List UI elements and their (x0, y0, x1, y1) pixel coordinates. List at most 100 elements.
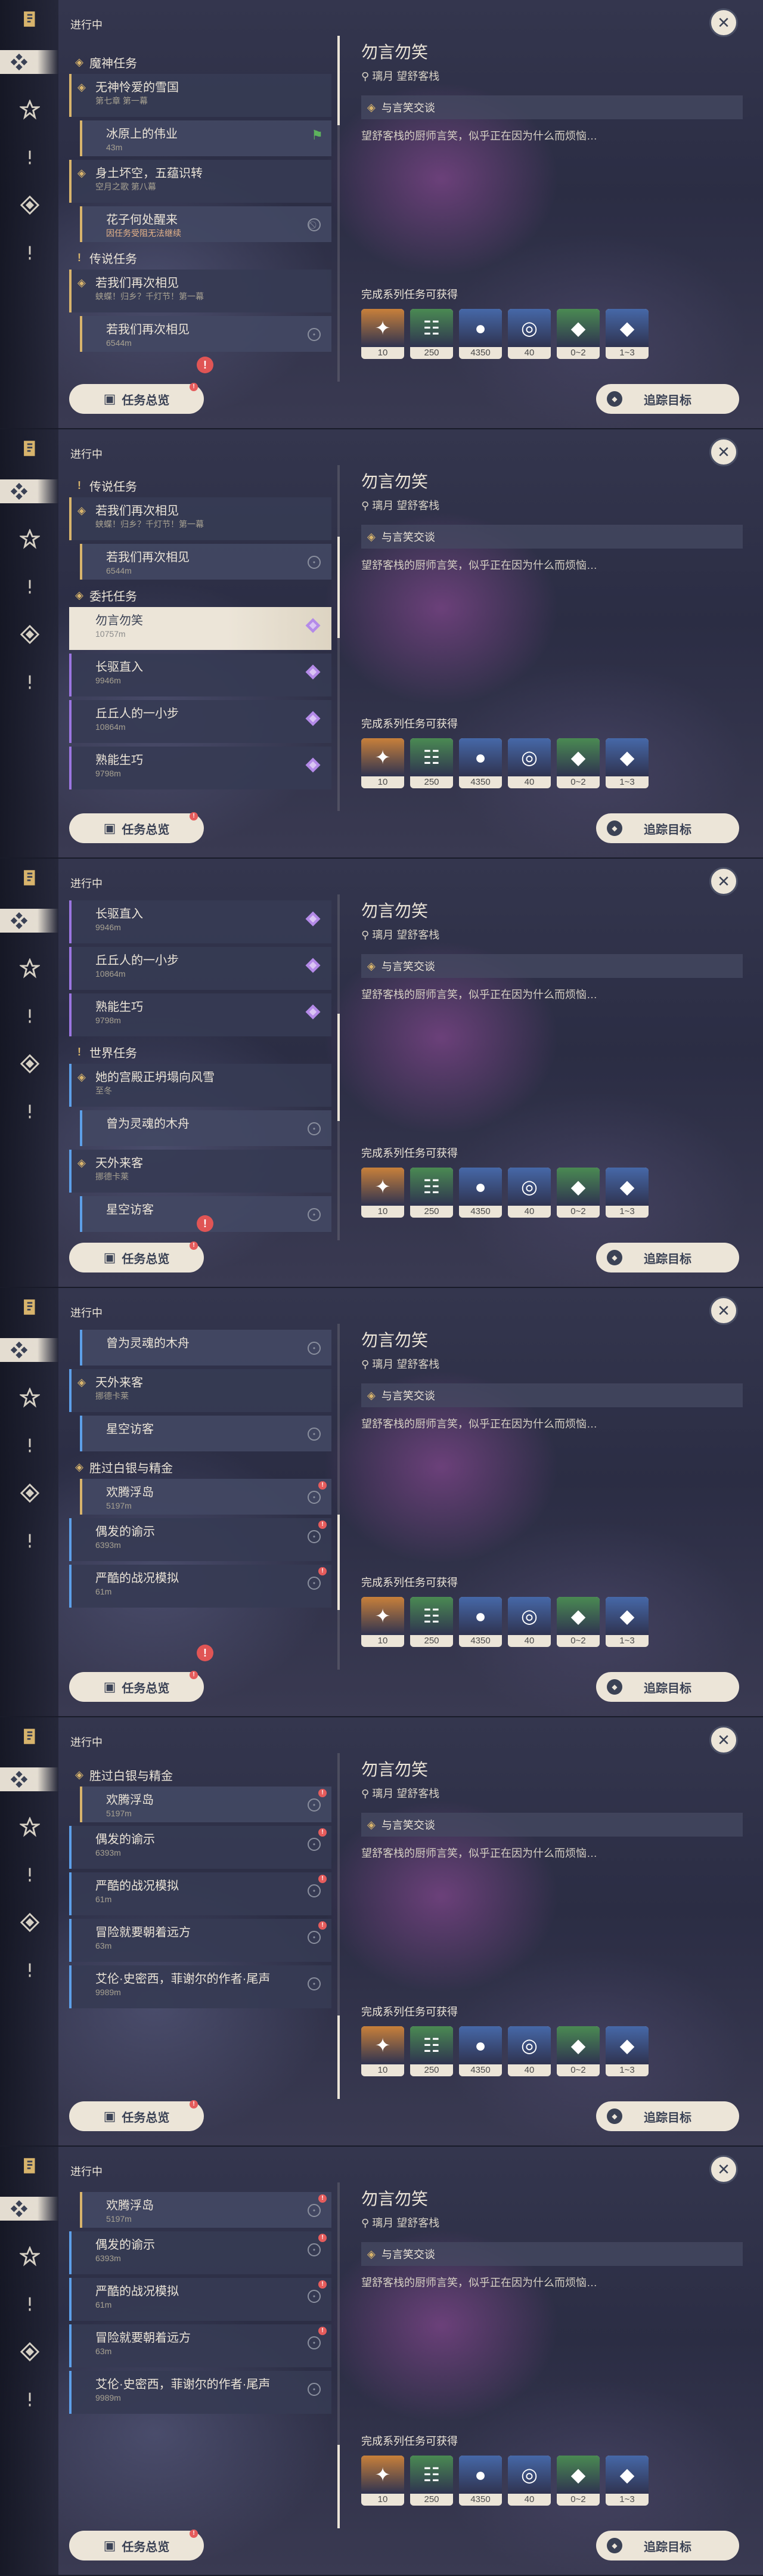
quest-item[interactable]: 曾为灵魂的木舟 • (80, 1110, 331, 1146)
reward-item[interactable]: ◆ 0~2 (557, 2026, 600, 2076)
quest-book-icon[interactable] (18, 7, 42, 31)
waypoint-icon[interactable]: • (308, 1798, 321, 1812)
all-quests-tab[interactable] (0, 909, 58, 933)
track-button[interactable]: ◆ 追踪目标 (596, 813, 739, 843)
reward-item[interactable]: ✦ 10 (361, 2026, 404, 2076)
waypoint-icon[interactable]: • (308, 1491, 321, 1504)
waypoint-icon[interactable]: • (308, 1122, 321, 1135)
quest-book-icon[interactable] (18, 1724, 42, 1748)
reward-item[interactable]: ● 4350 (459, 309, 502, 359)
waypoint-icon[interactable]: • (308, 2204, 321, 2217)
all-quests-tab[interactable] (0, 1767, 58, 1791)
reward-item[interactable]: ✦ 10 (361, 309, 404, 359)
waypoint-icon[interactable]: • (308, 1342, 321, 1355)
reward-item[interactable]: ◆ 0~2 (557, 309, 600, 359)
reward-item[interactable]: ◎ 40 (508, 2026, 551, 2076)
legend-quest-tab[interactable] (18, 145, 42, 169)
quest-item[interactable]: 艾伦·史密西，菲谢尔的作者·尾声 9989m • (69, 2371, 331, 2414)
waypoint-icon[interactable]: • (308, 1577, 321, 1590)
close-icon[interactable]: ✕ (709, 438, 738, 466)
quest-overview-button[interactable]: ▣ 任务总览 ! (69, 812, 204, 843)
quest-item[interactable]: 熟能生巧 9798m (69, 993, 331, 1036)
quest-item[interactable]: 若我们再次相见 6544m • (80, 544, 331, 580)
quest-overview-button[interactable]: ▣ 任务总览 ! (69, 1671, 204, 1702)
blocked-icon[interactable]: ⃠ (308, 218, 321, 231)
quest-item[interactable]: 熟能生巧 9798m (69, 747, 331, 789)
waypoint-icon[interactable]: • (308, 1838, 321, 1851)
reward-item[interactable]: ● 4350 (459, 2026, 502, 2076)
reward-item[interactable]: ◆ 0~2 (557, 2456, 600, 2506)
quest-item[interactable]: 星空访客 • (80, 1416, 331, 1451)
reward-item[interactable]: ◆ 1~3 (606, 1597, 649, 1647)
track-button[interactable]: ◆ 追踪目标 (596, 2531, 739, 2560)
quest-item[interactable]: ◈ 若我们再次相见 蛱蝶！归乡？千灯节！第一幕 (69, 497, 331, 540)
archon-quest-tab[interactable] (18, 2244, 42, 2268)
all-quests-tab[interactable] (0, 2197, 58, 2221)
quest-item[interactable]: 长驱直入 9946m (69, 900, 331, 943)
track-button[interactable]: ◆ 追踪目标 (596, 384, 739, 414)
reward-item[interactable]: ☷ 250 (410, 309, 453, 359)
reward-item[interactable]: ◎ 40 (508, 2456, 551, 2506)
legend-quest-tab[interactable] (18, 1433, 42, 1457)
close-icon[interactable]: ✕ (709, 8, 738, 37)
waypoint-icon[interactable]: • (308, 2336, 321, 2349)
legend-quest-tab[interactable] (18, 1004, 42, 1028)
reward-item[interactable]: ● 4350 (459, 2456, 502, 2506)
reward-item[interactable]: ◆ 1~3 (606, 2456, 649, 2506)
world-quest-tab[interactable] (18, 1911, 42, 1934)
quest-item[interactable]: 严酷的战况模拟 61m •! (69, 2278, 331, 2321)
reward-item[interactable]: ● 4350 (459, 1597, 502, 1647)
quest-item[interactable]: 艾伦·史密西，菲谢尔的作者·尾声 9989m • (69, 1965, 331, 2008)
waypoint-icon[interactable]: • (308, 2243, 321, 2256)
reward-item[interactable]: ☷ 250 (410, 1168, 453, 1218)
waypoint-icon[interactable]: • (308, 1428, 321, 1441)
reward-item[interactable]: ✦ 10 (361, 1597, 404, 1647)
waypoint-icon[interactable]: • (308, 328, 321, 341)
quest-item[interactable]: 冰原上的伟业 43m ⚑ (80, 120, 331, 156)
close-icon[interactable]: ✕ (709, 1296, 738, 1325)
list-scrollbar[interactable] (337, 465, 340, 811)
close-icon[interactable]: ✕ (709, 867, 738, 896)
reward-item[interactable]: ☷ 250 (410, 1597, 453, 1647)
reward-item[interactable]: ◎ 40 (508, 1597, 551, 1647)
archon-quest-tab[interactable] (18, 1386, 42, 1410)
reward-item[interactable]: ☷ 250 (410, 2026, 453, 2076)
quest-book-icon[interactable] (18, 1295, 42, 1319)
waypoint-icon[interactable]: • (308, 556, 321, 569)
quest-item[interactable]: 若我们再次相见 6544m • (80, 316, 331, 352)
quest-item[interactable]: 冒险就要朝着远方 63m •! (69, 1919, 331, 1962)
waypoint-icon[interactable]: • (308, 1530, 321, 1543)
track-button[interactable]: ◆ 追踪目标 (596, 2101, 739, 2131)
close-icon[interactable]: ✕ (709, 1726, 738, 1754)
quest-book-icon[interactable] (18, 2154, 42, 2178)
waypoint-icon[interactable]: • (308, 2290, 321, 2303)
track-button[interactable]: ◆ 追踪目标 (596, 1243, 739, 1272)
quest-overview-button[interactable]: ▣ 任务总览 ! (69, 383, 204, 414)
reward-item[interactable]: ☷ 250 (410, 2456, 453, 2506)
quest-item[interactable]: 长驱直入 9946m (69, 654, 331, 696)
legend-quest-tab[interactable] (18, 575, 42, 599)
reward-item[interactable]: ✦ 10 (361, 738, 404, 788)
quest-item[interactable]: 花子何处醒来因任务受阻无法继续⃠ (80, 206, 331, 242)
archon-quest-tab[interactable] (18, 956, 42, 980)
world-quest-tab[interactable] (18, 2340, 42, 2364)
commission-tab[interactable] (18, 2388, 42, 2411)
legend-quest-tab[interactable] (18, 2292, 42, 2316)
commission-tab[interactable] (18, 1529, 42, 1553)
quest-overview-button[interactable]: ▣ 任务总览 ! (69, 2529, 204, 2560)
reward-item[interactable]: ● 4350 (459, 738, 502, 788)
quest-item[interactable]: 丘丘人的一小步 10864m (69, 947, 331, 990)
quest-item[interactable]: 欢腾浮岛 5197m •! (80, 1479, 331, 1515)
list-scrollbar[interactable] (337, 894, 340, 1240)
quest-book-icon[interactable] (18, 866, 42, 890)
reward-item[interactable]: ◎ 40 (508, 309, 551, 359)
waypoint-icon[interactable]: • (308, 1931, 321, 1944)
commission-tab[interactable] (18, 241, 42, 265)
reward-item[interactable]: ◆ 0~2 (557, 1597, 600, 1647)
commission-tab[interactable] (18, 1958, 42, 1982)
reward-item[interactable]: ◆ 0~2 (557, 738, 600, 788)
quest-item[interactable]: 欢腾浮岛 5197m •! (80, 2192, 331, 2228)
archon-quest-tab[interactable] (18, 527, 42, 551)
all-quests-tab[interactable] (0, 479, 58, 503)
reward-item[interactable]: ☷ 250 (410, 738, 453, 788)
